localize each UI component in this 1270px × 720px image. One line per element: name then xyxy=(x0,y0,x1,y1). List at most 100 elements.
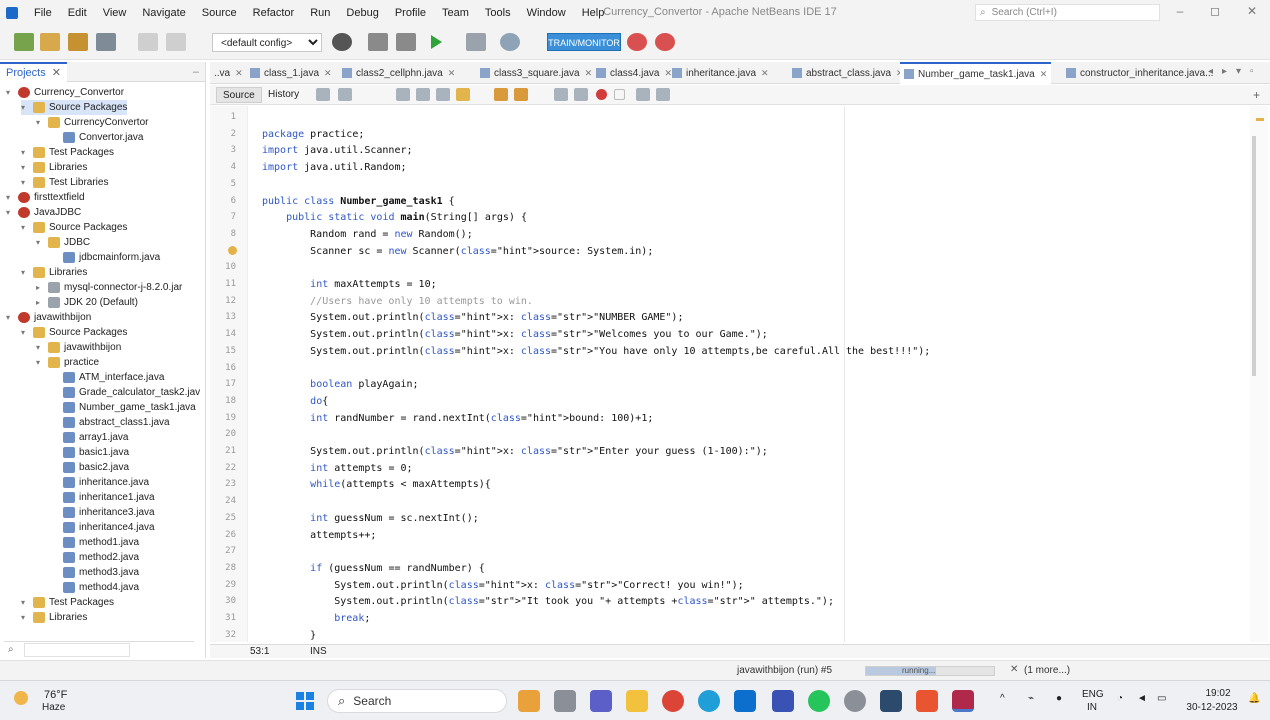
minimize-panel-icon[interactable]: – xyxy=(193,66,199,78)
expand-toggle-icon[interactable]: ▾ xyxy=(6,88,16,97)
menu-profile[interactable]: Profile xyxy=(387,7,434,19)
tree-item[interactable]: ▾ Source Packages xyxy=(21,220,127,235)
code-line[interactable]: System.out.println(class="hint">x: class… xyxy=(262,346,930,357)
clock-date[interactable]: 30-12-2023 xyxy=(1182,702,1242,713)
scroll-thumb[interactable] xyxy=(1252,136,1256,376)
code-line[interactable]: Random rand = new Random(); xyxy=(262,229,473,240)
linkedin-icon[interactable] xyxy=(772,690,794,712)
editor-tab[interactable]: ..va ✕ xyxy=(210,62,247,84)
globe-icon[interactable] xyxy=(332,33,352,51)
running-task[interactable]: javawithbijon (run) #5 xyxy=(737,665,832,676)
expand-toggle-icon[interactable]: ▾ xyxy=(6,208,16,217)
tree-item[interactable]: ▾ practice xyxy=(36,355,99,370)
expand-toggle-icon[interactable]: ▾ xyxy=(21,103,31,112)
expand-toggle-icon[interactable]: ▾ xyxy=(36,343,46,352)
config-select[interactable]: <default config> xyxy=(212,33,322,52)
last-edit-icon[interactable] xyxy=(316,88,330,101)
close-tab-icon[interactable]: ✕ xyxy=(448,68,456,79)
volume-icon[interactable]: ◄ xyxy=(1137,693,1147,704)
tree-item[interactable]: ▾ Source Packages xyxy=(21,100,128,115)
close-button[interactable]: ✕ xyxy=(1242,4,1262,20)
close-tab-icon[interactable]: ✕ xyxy=(761,68,769,79)
expand-toggle-icon[interactable]: ▾ xyxy=(36,238,46,247)
editor-tab[interactable]: class3_square.java ✕ xyxy=(476,62,596,84)
menu-navigate[interactable]: Navigate xyxy=(134,7,193,19)
netbeans-taskbar-icon[interactable] xyxy=(952,690,974,712)
tree-item[interactable]: method2.java xyxy=(51,550,139,565)
tree-item[interactable]: inheritance.java xyxy=(51,475,149,490)
tree-item[interactable]: method1.java xyxy=(51,535,139,550)
tree-item[interactable]: ▾ Libraries xyxy=(21,610,87,625)
stop-macro-icon[interactable] xyxy=(614,89,625,100)
tree-item[interactable]: ▾ Test Packages xyxy=(21,595,114,610)
close-tab-icon[interactable]: ✕ xyxy=(324,68,332,79)
settings-icon[interactable] xyxy=(844,690,866,712)
code-line[interactable]: if (guessNum == randNumber) { xyxy=(262,563,485,574)
find-icon[interactable] xyxy=(396,88,410,101)
expand-toggle-icon[interactable]: ▾ xyxy=(6,313,16,322)
next-bookmark-icon[interactable] xyxy=(514,88,528,101)
menu-file[interactable]: File xyxy=(26,7,60,19)
editor-tab[interactable]: inheritance.java ✕ xyxy=(668,62,773,84)
taskbar-search[interactable]: ⌕ Search xyxy=(327,689,507,713)
file-explorer-icon[interactable] xyxy=(554,690,576,712)
code-line[interactable]: System.out.println(class="hint">x: class… xyxy=(262,580,743,591)
code-line[interactable]: Scanner sc = new Scanner(class="hint">so… xyxy=(262,246,653,257)
expand-toggle-icon[interactable]: ▸ xyxy=(36,283,46,292)
minimize-button[interactable]: – xyxy=(1170,4,1190,20)
wifi-icon[interactable]: ◔ xyxy=(1117,693,1123,704)
code-line[interactable]: attempts++; xyxy=(262,530,376,541)
code-editor[interactable]: package practice; import java.util.Scanne… xyxy=(248,106,1250,642)
shift-left-icon[interactable] xyxy=(554,88,568,101)
record-macro-icon[interactable] xyxy=(596,89,607,100)
tree-item[interactable]: inheritance3.java xyxy=(51,505,155,520)
tree-item[interactable]: inheritance4.java xyxy=(51,520,155,535)
start-icon[interactable] xyxy=(294,690,316,712)
whatsapp-icon[interactable] xyxy=(808,690,830,712)
maximize-editor-icon[interactable]: ▫ xyxy=(1250,66,1254,77)
code-line[interactable]: int maxAttempts = 10; xyxy=(262,279,436,290)
tree-filter[interactable]: ⌕ xyxy=(4,641,194,657)
tree-item[interactable]: basic1.java xyxy=(51,445,129,460)
security-icon[interactable] xyxy=(880,690,902,712)
tree-item[interactable]: Number_game_task1.java xyxy=(51,400,196,415)
tree-item[interactable]: ▾ JDBC xyxy=(36,235,90,250)
tree-item[interactable]: ▾ Libraries xyxy=(21,265,87,280)
more-tasks-link[interactable]: (1 more...) xyxy=(1024,665,1070,676)
tree-item[interactable]: ▾ Currency_Convertor xyxy=(6,85,124,100)
performance-monitor[interactable]: TRAIN/MONITOR xyxy=(547,33,621,51)
maximize-button[interactable]: ◻ xyxy=(1205,4,1225,20)
clock-time[interactable]: 19:02 xyxy=(1198,688,1238,699)
uncomment-icon[interactable] xyxy=(656,88,670,101)
teams-icon[interactable] xyxy=(590,690,612,712)
menu-source[interactable]: Source xyxy=(194,7,245,19)
code-line[interactable]: System.out.println(class="hint">x: class… xyxy=(262,329,768,340)
close-tab-icon[interactable]: ✕ xyxy=(235,68,243,79)
expand-toggle-icon[interactable]: ▾ xyxy=(21,163,31,172)
editor-tab[interactable]: Number_game_task1.java ✕ xyxy=(900,62,1052,84)
code-line[interactable]: break; xyxy=(262,613,370,624)
scroll-tabs-left-icon[interactable]: ◂ xyxy=(1208,66,1213,77)
tree-item[interactable]: ▾ JavaJDBC xyxy=(6,205,81,220)
code-line[interactable]: System.out.println(class="str">"It took … xyxy=(262,596,834,607)
expand-toggle-icon[interactable]: ▾ xyxy=(21,613,31,622)
tree-item[interactable]: basic2.java xyxy=(51,460,129,475)
expand-toggle-icon[interactable]: ▾ xyxy=(36,358,46,367)
tree-item[interactable]: Grade_calculator_task2.jav xyxy=(51,385,200,400)
code-line[interactable]: System.out.println(class="hint">x: class… xyxy=(262,312,683,323)
tree-item[interactable]: ▾ javawithbijon xyxy=(6,310,91,325)
gc-icon[interactable] xyxy=(627,33,647,51)
cancel-task-icon[interactable]: ✕ xyxy=(1010,664,1018,675)
toggle-highlight-icon[interactable] xyxy=(456,88,470,101)
comment-icon[interactable] xyxy=(636,88,650,101)
code-line[interactable]: do{ xyxy=(262,396,328,407)
filter-input[interactable] xyxy=(24,643,130,657)
brave-icon[interactable] xyxy=(916,690,938,712)
menu-refactor[interactable]: Refactor xyxy=(245,7,303,19)
edge-icon[interactable] xyxy=(698,690,720,712)
code-line[interactable]: package practice; xyxy=(262,129,364,140)
lang-bottom[interactable]: IN xyxy=(1082,702,1102,713)
prev-bookmark-icon[interactable] xyxy=(494,88,508,101)
expand-toggle-icon[interactable]: ▾ xyxy=(36,118,46,127)
menu-run[interactable]: Run xyxy=(302,7,338,19)
